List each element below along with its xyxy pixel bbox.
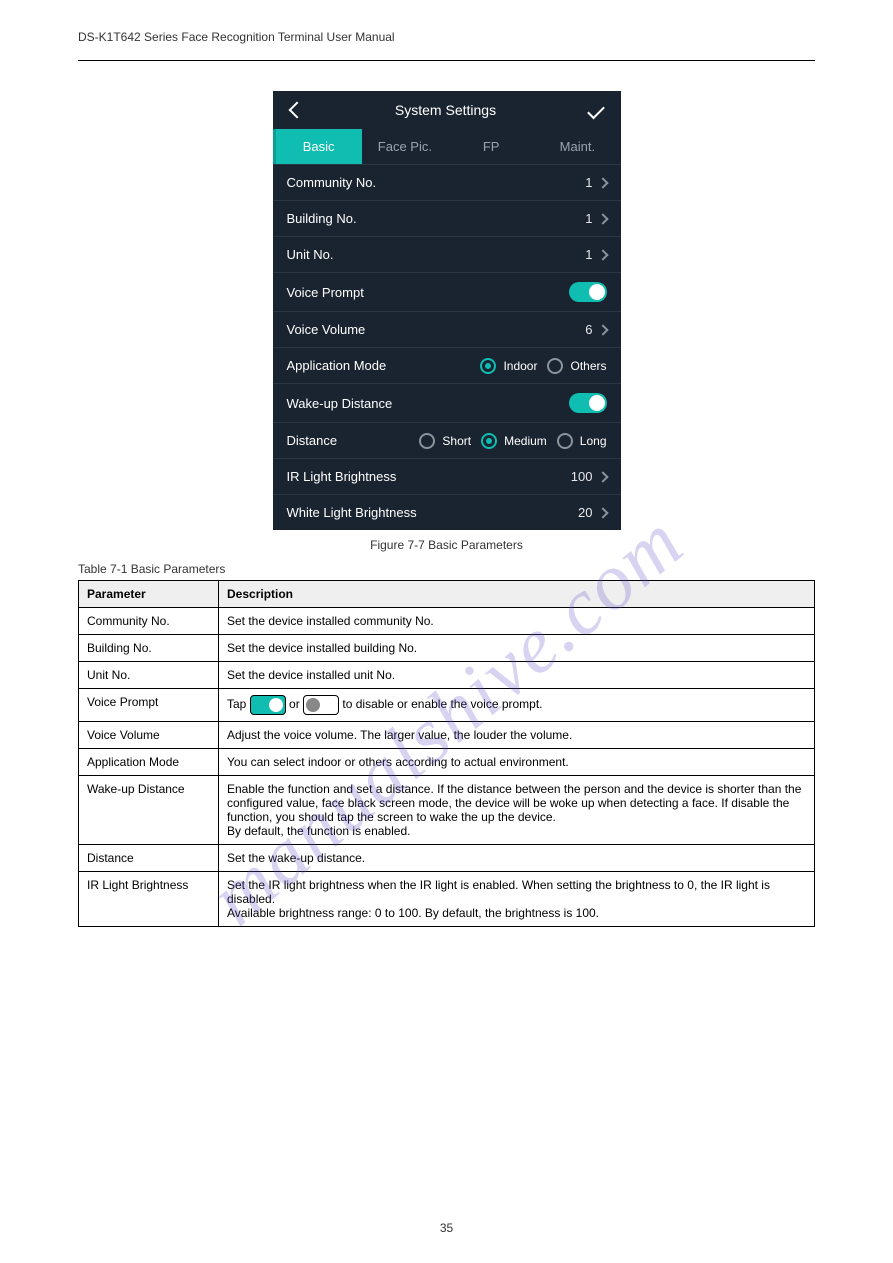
table-row: Building No.Set the device installed bui… [79, 635, 815, 662]
chevron-right-icon [597, 324, 608, 335]
toggle-on-icon [250, 695, 286, 715]
th-description: Description [219, 581, 815, 608]
back-icon[interactable] [287, 100, 307, 120]
row-unit-no[interactable]: Unit No. 1 [273, 236, 621, 272]
radio-long[interactable]: Long [557, 433, 607, 449]
table-row: Voice Prompt Tap or to disable or enable… [79, 689, 815, 722]
row-value: 100 [571, 469, 593, 484]
device-title: System Settings [395, 102, 496, 118]
tab-fp[interactable]: FP [448, 129, 534, 164]
header-rule [78, 60, 815, 61]
figure-caption: Figure 7-7 Basic Parameters [0, 538, 893, 552]
tab-face-pic[interactable]: Face Pic. [362, 129, 448, 164]
table-caption: Table 7-1 Basic Parameters [78, 562, 815, 576]
row-label: Unit No. [287, 247, 586, 262]
radio-medium[interactable]: Medium [481, 433, 547, 449]
confirm-icon[interactable] [585, 99, 607, 121]
row-ir-brightness[interactable]: IR Light Brightness 100 [273, 458, 621, 494]
chevron-right-icon [597, 507, 608, 518]
chevron-right-icon [597, 249, 608, 260]
tab-maint[interactable]: Maint. [534, 129, 620, 164]
tabs: Basic Face Pic. FP Maint. [273, 129, 621, 164]
row-value: 20 [578, 505, 592, 520]
chevron-right-icon [597, 177, 608, 188]
row-distance: Distance Short Medium Long [273, 422, 621, 458]
radio-indoor[interactable]: Indoor [480, 358, 537, 374]
row-white-brightness[interactable]: White Light Brightness 20 [273, 494, 621, 530]
row-value: 1 [585, 175, 592, 190]
table-row: Wake-up DistanceEnable the function and … [79, 776, 815, 845]
tab-basic[interactable]: Basic [273, 129, 362, 164]
row-voice-volume[interactable]: Voice Volume 6 [273, 311, 621, 347]
row-building-no[interactable]: Building No. 1 [273, 200, 621, 236]
radio-short[interactable]: Short [419, 433, 471, 449]
device-header: System Settings [273, 91, 621, 129]
parameters-table: Parameter Description Community No.Set t… [78, 580, 815, 927]
chevron-right-icon [597, 471, 608, 482]
table-row: IR Light BrightnessSet the IR light brig… [79, 872, 815, 927]
row-label: Distance [287, 433, 420, 448]
row-label: IR Light Brightness [287, 469, 571, 484]
row-label: Wake-up Distance [287, 396, 569, 411]
th-parameter: Parameter [79, 581, 219, 608]
row-label: Application Mode [287, 358, 481, 373]
row-label: Voice Prompt [287, 285, 569, 300]
table-row: Application ModeYou can select indoor or… [79, 749, 815, 776]
table-row: Voice VolumeAdjust the voice volume. The… [79, 722, 815, 749]
product-name: DS-K1T642 Series Face Recognition Termin… [78, 30, 395, 44]
table-row: Community No.Set the device installed co… [79, 608, 815, 635]
row-label: Building No. [287, 211, 586, 226]
table-row: DistanceSet the wake-up distance. [79, 845, 815, 872]
row-value: 6 [585, 322, 592, 337]
toggle-wakeup[interactable] [569, 393, 607, 413]
radio-others[interactable]: Others [547, 358, 606, 374]
table-row: Unit No.Set the device installed unit No… [79, 662, 815, 689]
row-label: Voice Volume [287, 322, 586, 337]
row-value: 1 [585, 247, 592, 262]
row-value: 1 [585, 211, 592, 226]
device-screenshot: System Settings Basic Face Pic. FP Maint… [273, 91, 621, 530]
page-number: 35 [0, 1221, 893, 1235]
toggle-off-icon [303, 695, 339, 715]
row-community-no[interactable]: Community No. 1 [273, 164, 621, 200]
row-voice-prompt: Voice Prompt [273, 272, 621, 311]
toggle-voice-prompt[interactable] [569, 282, 607, 302]
row-application-mode: Application Mode Indoor Others [273, 347, 621, 383]
chevron-right-icon [597, 213, 608, 224]
row-label: White Light Brightness [287, 505, 579, 520]
row-wakeup-distance: Wake-up Distance [273, 383, 621, 422]
row-label: Community No. [287, 175, 586, 190]
